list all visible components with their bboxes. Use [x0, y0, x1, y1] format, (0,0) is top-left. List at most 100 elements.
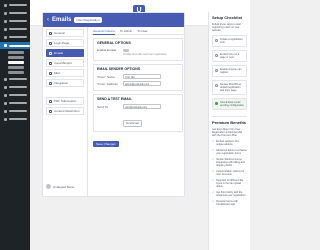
benefit-item: ✓ Simple WooCommerce integration with bil…	[212, 158, 245, 167]
settings-icon	[4, 109, 7, 113]
nav-label: Emails	[54, 51, 64, 55]
wp-menu-pages[interactable]	[4, 26, 27, 32]
nav-label: General	[54, 31, 65, 35]
wp-menu-collapse[interactable]	[4, 116, 27, 122]
nav-label: Content Restriction	[54, 109, 80, 113]
comment-icon	[4, 35, 7, 39]
wp-menu-posts[interactable]	[4, 10, 27, 16]
tab-to-admin[interactable]: To Admin	[120, 29, 132, 33]
users-icon	[4, 93, 7, 97]
wp-menu-media[interactable]	[4, 18, 27, 24]
wp-menu-settings[interactable]	[4, 108, 27, 114]
nav-label: Integration	[54, 81, 69, 85]
wp-submenu-item[interactable]	[8, 51, 24, 54]
checklist-desc: Follow these steps to start registering …	[212, 23, 242, 32]
wp-menu-comments[interactable]	[4, 34, 27, 40]
benefit-item: ✓ Customization options for user accounts	[212, 170, 245, 176]
checkmark-icon: ✓	[212, 200, 215, 203]
nav-item-content-restriction[interactable]: Content Restriction	[46, 107, 84, 115]
wp-menu-users[interactable]	[4, 92, 27, 98]
check-circle-icon	[215, 101, 218, 105]
brush-icon	[4, 77, 7, 81]
user-label: Untapped Menu	[53, 184, 75, 189]
section-title: SEND A TEST EMAIL	[97, 97, 132, 101]
back-arrow-icon[interactable]: ‹	[47, 17, 49, 23]
wp-menu-tools[interactable]	[4, 100, 27, 106]
checklist-label: Enable Anyone can register	[220, 68, 242, 74]
checkmark-icon: ✓	[212, 140, 215, 143]
wp-menu-appearance[interactable]	[4, 76, 27, 82]
checklist-item[interactable]: Embed form on a page or post	[212, 50, 247, 62]
nav-item-emails[interactable]: Emails	[46, 49, 84, 57]
wp-submenu-item[interactable]	[8, 56, 24, 59]
checklist-item[interactable]: Create a registration form	[212, 35, 247, 47]
wp-submenu-item[interactable]	[8, 71, 24, 74]
lock-icon	[49, 109, 52, 113]
page-title: Emails	[52, 17, 72, 23]
test-email-section: SEND A TEST EMAIL Send To user@example.c…	[93, 94, 183, 132]
send-to-label: Send To	[97, 104, 108, 109]
checklist-label: Check basic email sending configuration	[220, 101, 244, 107]
avatar	[46, 184, 51, 189]
tab-bar: General Options To Admin To User	[91, 27, 185, 35]
settings-card: ‹ Emails User Registration General Login…	[42, 12, 185, 197]
circle-icon	[215, 68, 218, 72]
save-changes-button[interactable]: Save Changes	[93, 141, 119, 147]
plugin-badge: User Registration	[74, 17, 102, 23]
checklist-item-done[interactable]: Check basic email sending configuration	[212, 98, 247, 110]
wp-submenu-item[interactable]	[8, 66, 24, 69]
user-registration-icon	[4, 44, 7, 47]
benefit-item: ✓ Get first priority with the advanced us…	[212, 191, 246, 197]
benefit-item: ✓ Advanced fields to enhance your registr…	[212, 149, 247, 155]
circle-icon	[215, 83, 218, 87]
checkmark-icon: ✓	[212, 170, 215, 173]
plugin-icon	[4, 85, 7, 89]
misc-icon	[49, 71, 52, 75]
benefit-item: ✓ Dynamic forms with Conditional Logic	[212, 200, 238, 206]
general-options-section: GENERAL OPTIONS Enable Emails Disable al…	[93, 38, 183, 61]
premium-benefits: Premium Benefits Get Even More from User…	[212, 116, 247, 206]
nav-item-general[interactable]: General	[46, 29, 84, 37]
nav-label: PDF Submission	[54, 99, 77, 103]
setup-checklist-panel: Setup Checklist Follow these steps to st…	[208, 12, 250, 250]
enable-emails-hint: Disable all emails sent from registratio…	[123, 53, 167, 56]
tools-icon	[4, 101, 7, 105]
checkmark-icon: ✓	[212, 179, 215, 182]
nav-item-misc[interactable]: Misc	[46, 69, 84, 77]
page-icon	[4, 27, 7, 31]
nav-item-integration[interactable]: Integration	[46, 79, 84, 87]
nav-item-login[interactable]: Login Page	[46, 39, 84, 47]
wp-menu-user-registration[interactable]	[0, 42, 30, 49]
wp-menu-dashboard[interactable]	[4, 2, 27, 8]
benefit-item: ✓ Embed sections 40+ unique addons	[212, 140, 239, 146]
checklist-label: Embed form on a page or post	[220, 53, 240, 59]
from-address-label: "From" Address	[97, 81, 118, 86]
wp-menu-plugins[interactable]	[4, 84, 27, 90]
nav-label: Misc	[54, 71, 61, 75]
nav-item-pdf[interactable]: PDF Submission	[46, 97, 84, 105]
from-address-input[interactable]: admin@example.com	[123, 81, 161, 86]
pdf-icon	[49, 99, 52, 103]
checklist-item[interactable]: Enable Anyone can register	[212, 65, 247, 77]
enable-emails-toggle[interactable]	[123, 48, 129, 52]
checklist-label: Review WordPress default registration an…	[220, 83, 242, 92]
tab-to-user[interactable]: To User	[137, 29, 147, 33]
send-to-input[interactable]: user@example.com	[123, 104, 161, 109]
login-icon	[49, 41, 52, 45]
gear-icon	[49, 31, 52, 35]
circle-icon	[215, 53, 218, 57]
nav-label: Login Page	[54, 41, 70, 45]
section-title: EMAIL SENDER OPTIONS	[97, 67, 141, 71]
checkmark-icon: ✓	[212, 149, 215, 152]
wp-submenu-settings[interactable]	[8, 61, 24, 64]
checklist-item[interactable]: Review WordPress default registration an…	[212, 80, 247, 95]
from-name-label: "From" Name	[97, 74, 115, 79]
nav-label: Import/Export	[54, 61, 73, 65]
nav-item-import-export[interactable]: Import/Export	[46, 59, 84, 67]
send-email-button[interactable]: Send Email	[123, 120, 142, 127]
section-title: GENERAL OPTIONS	[97, 41, 131, 45]
checklist-label: Create a registration form	[220, 38, 243, 44]
user-row[interactable]: Untapped Menu	[46, 184, 74, 189]
from-name-input[interactable]: Your site	[123, 74, 161, 79]
tab-general-options[interactable]: General Options	[93, 27, 115, 35]
